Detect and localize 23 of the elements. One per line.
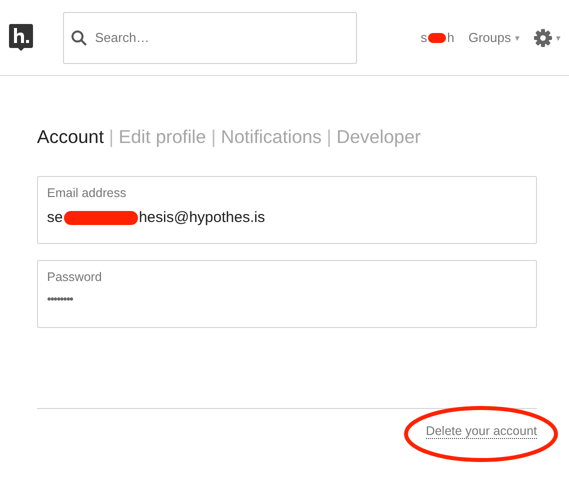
logo-icon[interactable] — [9, 24, 33, 51]
settings-tab[interactable]: Developer — [336, 126, 421, 148]
delete-account-link[interactable]: Delete your account — [426, 424, 537, 439]
password-field[interactable]: Password •••••••• — [37, 260, 537, 328]
search-icon — [71, 30, 87, 46]
search-field[interactable]: Search… — [63, 12, 357, 64]
password-value: •••••••• — [47, 292, 74, 306]
groups-menu[interactable]: Groups ▾ — [468, 30, 520, 45]
settings-menu[interactable]: ▾ — [534, 28, 561, 46]
username-text[interactable]: s — [420, 30, 428, 45]
username-text[interactable]: h — [447, 30, 454, 45]
tab-separator: | — [108, 126, 114, 148]
email-field[interactable]: Email address se hesis@hypothes.is — [37, 176, 537, 244]
tab-separator: | — [211, 126, 216, 148]
field-value: hesis@hypothes.is — [138, 209, 265, 226]
field-label: Password — [47, 270, 103, 284]
field-label: Email address — [47, 186, 128, 200]
settings-tab[interactable]: Account — [37, 126, 104, 148]
settings-icon — [534, 28, 552, 46]
field-value: se — [47, 209, 63, 226]
tab-separator: | — [326, 126, 332, 148]
settings-tab[interactable]: Notifications — [220, 126, 322, 148]
settings-tab[interactable]: Edit profile — [118, 126, 206, 148]
